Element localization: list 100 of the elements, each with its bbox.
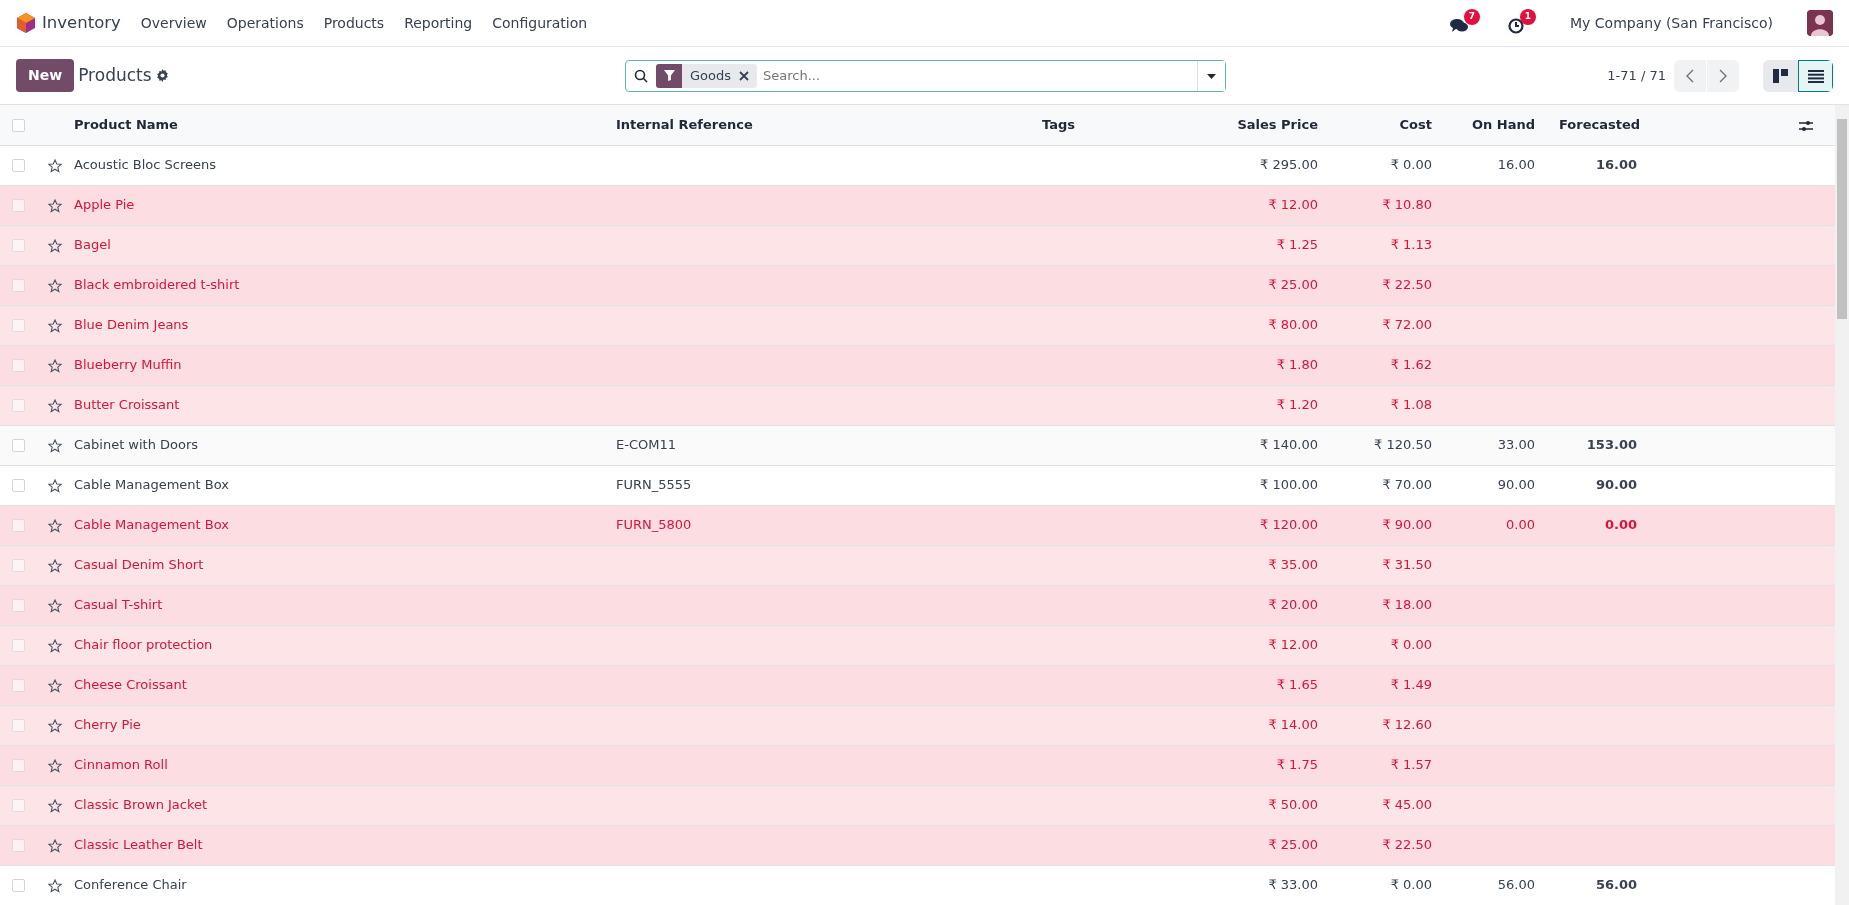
- star-icon[interactable]: [48, 878, 62, 893]
- product-row[interactable]: Blue Denim Jeans ₹ 80.00 ₹ 72.00: [0, 305, 1835, 345]
- product-row[interactable]: Cheese Croissant ₹ 1.65 ₹ 1.49: [0, 665, 1835, 705]
- close-icon[interactable]: [739, 70, 749, 81]
- star-icon[interactable]: [48, 758, 62, 773]
- checkbox[interactable]: [12, 839, 25, 853]
- messages-button[interactable]: 7: [1446, 9, 1481, 37]
- checkbox[interactable]: [12, 799, 25, 813]
- app-logo-icon[interactable]: [16, 12, 36, 34]
- settings-sliders-icon[interactable]: [1799, 119, 1813, 132]
- product-row[interactable]: Cable Management Box FURN_5800 ₹ 120.00 ₹ 90.00 0.00 0.00: [0, 505, 1835, 545]
- scrollbar[interactable]: [1835, 105, 1849, 905]
- checkbox[interactable]: [12, 399, 25, 413]
- cost-value: ₹ 18.00: [1382, 597, 1432, 613]
- checkbox[interactable]: [12, 119, 25, 132]
- star-icon[interactable]: [48, 438, 62, 453]
- chevron-right-icon: [1719, 69, 1727, 84]
- checkbox[interactable]: [12, 439, 25, 453]
- menu-item[interactable]: Products: [313, 12, 395, 34]
- star-icon[interactable]: [48, 638, 62, 653]
- star-icon[interactable]: [48, 678, 62, 693]
- sales-price: ₹ 1.80: [1276, 357, 1318, 373]
- star-icon[interactable]: [48, 358, 62, 373]
- star-icon[interactable]: [48, 278, 62, 293]
- checkbox[interactable]: [12, 639, 25, 653]
- cost-value: ₹ 0.00: [1390, 637, 1432, 653]
- product-row[interactable]: Classic Brown Jacket ₹ 50.00 ₹ 45.00: [0, 785, 1835, 825]
- column-header[interactable]: Tags: [1042, 117, 1075, 132]
- product-row[interactable]: Casual T-shirt ₹ 20.00 ₹ 18.00: [0, 585, 1835, 625]
- checkbox[interactable]: [12, 279, 25, 293]
- star-icon[interactable]: [48, 558, 62, 573]
- product-row[interactable]: Chair floor protection ₹ 12.00 ₹ 0.00: [0, 625, 1835, 665]
- star-icon[interactable]: [48, 518, 62, 533]
- star-icon[interactable]: [48, 798, 62, 813]
- star-icon[interactable]: [48, 238, 62, 253]
- product-row[interactable]: Acoustic Bloc Screens ₹ 295.00 ₹ 0.00 16.00 16.00: [0, 145, 1835, 185]
- checkbox[interactable]: [12, 759, 25, 773]
- product-row[interactable]: Casual Denim Short ₹ 35.00 ₹ 31.50: [0, 545, 1835, 585]
- product-row[interactable]: Black embroidered t-shirt ₹ 25.00 ₹ 22.50: [0, 265, 1835, 305]
- kanban-icon: [1773, 69, 1788, 84]
- star-icon[interactable]: [48, 838, 62, 853]
- product-name: Butter Croissant: [74, 397, 180, 413]
- forecasted-quantity: 90.00: [1595, 477, 1637, 493]
- star-icon[interactable]: [48, 598, 62, 613]
- company-switcher[interactable]: My Company (San Francisco): [1560, 12, 1783, 34]
- checkbox[interactable]: [12, 199, 25, 213]
- cost-value: ₹ 1.62: [1390, 357, 1432, 373]
- product-row[interactable]: Butter Croissant ₹ 1.20 ₹ 1.08: [0, 385, 1835, 425]
- product-row[interactable]: Cherry Pie ₹ 14.00 ₹ 12.60: [0, 705, 1835, 745]
- checkbox[interactable]: [12, 159, 25, 173]
- product-row[interactable]: Cable Management Box FURN_5555 ₹ 100.00 ₹ 70.00 90.00 90.00: [0, 465, 1835, 505]
- menu-item[interactable]: Configuration: [482, 12, 598, 34]
- page-title: Products: [78, 63, 152, 87]
- product-row[interactable]: Classic Leather Belt ₹ 25.00 ₹ 22.50: [0, 825, 1835, 865]
- checkbox[interactable]: [12, 559, 25, 573]
- checkbox[interactable]: [12, 479, 25, 493]
- activities-button[interactable]: 1: [1504, 9, 1537, 37]
- caret-icon: [1207, 73, 1216, 79]
- view-switch-button[interactable]: [1798, 59, 1833, 92]
- search-bar[interactable]: Goods Search...: [625, 59, 1226, 92]
- star-icon[interactable]: [48, 158, 62, 173]
- user-avatar[interactable]: [1807, 10, 1833, 36]
- product-row[interactable]: Bagel ₹ 1.25 ₹ 1.13: [0, 225, 1835, 265]
- star-icon[interactable]: [48, 718, 62, 733]
- checkbox[interactable]: [12, 519, 25, 533]
- sales-price: ₹ 1.25: [1276, 237, 1318, 253]
- pager-value[interactable]: 1-71 / 71: [1607, 65, 1666, 86]
- product-name: Blue Denim Jeans: [74, 317, 189, 333]
- product-name: Classic Leather Belt: [74, 837, 203, 853]
- column-header[interactable]: Internal Reference: [616, 117, 753, 132]
- product-row[interactable]: Cabinet with Doors E-COM11 ₹ 140.00 ₹ 120.50 33.00 153.00: [0, 425, 1835, 465]
- cost-value: ₹ 0.00: [1390, 877, 1432, 893]
- star-icon[interactable]: [48, 478, 62, 493]
- search-options-toggle[interactable]: [1197, 60, 1225, 91]
- new-button[interactable]: New: [16, 59, 75, 92]
- star-icon[interactable]: [48, 318, 62, 333]
- menu-item[interactable]: Reporting: [394, 12, 483, 34]
- cost-value: ₹ 10.80: [1382, 197, 1432, 213]
- sales-price: ₹ 12.00: [1268, 637, 1318, 653]
- star-icon[interactable]: [48, 198, 62, 213]
- product-row[interactable]: Blueberry Muffin ₹ 1.80 ₹ 1.62: [0, 345, 1835, 385]
- star-icon[interactable]: [48, 398, 62, 413]
- checkbox[interactable]: [12, 879, 25, 893]
- checkbox[interactable]: [12, 719, 25, 733]
- product-row[interactable]: Apple Pie ₹ 12.00 ₹ 10.80: [0, 185, 1835, 225]
- menu-item[interactable]: Operations: [216, 12, 314, 34]
- menu-item[interactable]: Overview: [130, 12, 217, 34]
- sales-price: ₹ 33.00: [1268, 877, 1318, 893]
- column-header[interactable]: Product Name: [74, 117, 178, 132]
- column-header[interactable]: Cost: [1399, 117, 1432, 132]
- settings-icon[interactable]: [155, 69, 169, 82]
- checkbox[interactable]: [12, 679, 25, 693]
- view-switch-button[interactable]: [1763, 59, 1798, 92]
- checkbox[interactable]: [12, 359, 25, 373]
- checkbox[interactable]: [12, 599, 25, 613]
- product-row[interactable]: Cinnamon Roll ₹ 1.75 ₹ 1.57: [0, 745, 1835, 785]
- clock-icon: [1508, 17, 1525, 34]
- checkbox[interactable]: [12, 239, 25, 253]
- app-name[interactable]: Inventory: [36, 10, 131, 36]
- checkbox[interactable]: [12, 319, 25, 333]
